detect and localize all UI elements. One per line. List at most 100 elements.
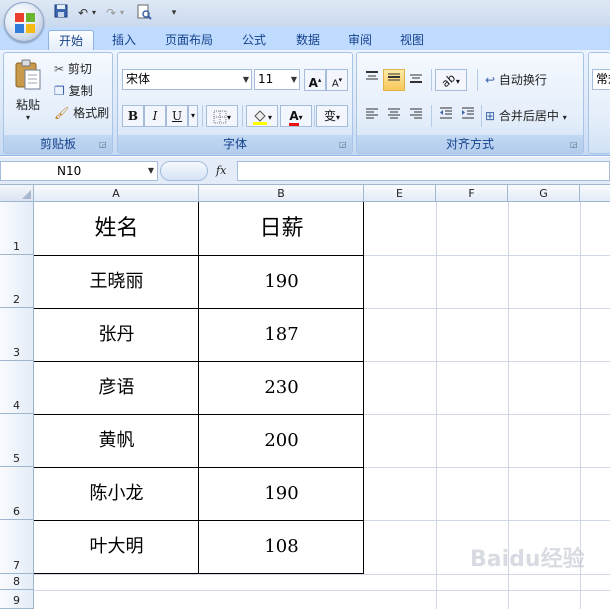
underline-dropdown-icon[interactable]: ▾: [188, 105, 198, 127]
clipboard-group-label: 剪贴板: [4, 135, 112, 153]
paste-icon: [15, 59, 41, 90]
column-header-a[interactable]: A: [34, 185, 199, 202]
cell-b7[interactable]: 108: [199, 520, 364, 574]
bold-button[interactable]: B: [122, 105, 144, 127]
number-format-select[interactable]: 常规: [592, 69, 610, 90]
cell-a3[interactable]: 张丹: [34, 308, 199, 361]
tab-page-layout[interactable]: 页面布局: [156, 30, 222, 51]
cell-b5[interactable]: 200: [199, 414, 364, 467]
row-header-1[interactable]: 1: [0, 202, 34, 255]
copy-button[interactable]: ❐ 复制: [54, 81, 93, 101]
separator: [431, 69, 432, 91]
shrink-font-button[interactable]: A▾: [326, 69, 348, 91]
cell-b2[interactable]: 190: [199, 255, 364, 308]
customize-toolbar-icon[interactable]: ▾: [168, 4, 180, 22]
cell-b6[interactable]: 190: [199, 467, 364, 520]
formula-input[interactable]: [237, 161, 610, 181]
row-header-9[interactable]: 9: [0, 590, 34, 609]
formula-cancel-enter[interactable]: [160, 161, 208, 181]
italic-button[interactable]: I: [144, 105, 166, 127]
decrease-indent-button[interactable]: [435, 105, 457, 127]
undo-dropdown-icon[interactable]: ▾: [90, 4, 98, 22]
alignment-launcher-icon[interactable]: ◲: [570, 140, 580, 150]
wrap-text-icon: ↩: [485, 73, 496, 87]
format-painter-button[interactable]: 🖌 格式刷: [54, 103, 109, 123]
orientation-button[interactable]: ab▾: [435, 69, 467, 91]
paste-dropdown-icon[interactable]: ▾: [8, 113, 48, 123]
watermark-text: Baidu经验: [470, 547, 585, 572]
cell-a2[interactable]: 王晓丽: [34, 255, 199, 308]
font-color-button[interactable]: A▾: [280, 105, 312, 127]
phonetic-button[interactable]: 变▾: [316, 105, 348, 127]
ribbon-tabs: 开始 插入 页面布局 公式 数据 审阅 视图: [0, 27, 610, 51]
cell-a1[interactable]: 姓名: [34, 202, 199, 255]
cell-a7[interactable]: 叶大明: [34, 520, 199, 574]
align-middle-icon: [388, 73, 400, 81]
cut-button[interactable]: ✂ 剪切: [54, 59, 92, 79]
borders-button[interactable]: ▾: [206, 105, 238, 127]
tab-view[interactable]: 视图: [390, 30, 434, 51]
copy-label: 复制: [68, 84, 93, 98]
cell-b1[interactable]: 日薪: [199, 202, 364, 255]
separator: [314, 105, 315, 127]
align-right-button[interactable]: [405, 105, 427, 127]
name-box[interactable]: N10 ▼: [0, 161, 158, 181]
font-name-select[interactable]: 宋体 ▼: [122, 69, 252, 90]
column-header-next[interactable]: [580, 185, 610, 202]
merge-center-button[interactable]: ⊞ 合并后居中 ▾: [485, 106, 567, 128]
separator: [431, 105, 432, 127]
column-header-e[interactable]: E: [364, 185, 436, 202]
align-left-button[interactable]: [361, 105, 383, 127]
underline-button[interactable]: U: [166, 105, 188, 127]
font-group-label: 字体: [118, 135, 352, 153]
grow-font-button[interactable]: A▴: [304, 69, 326, 91]
tab-home[interactable]: 开始: [48, 30, 94, 51]
row-header-7[interactable]: 7: [0, 520, 34, 574]
clipboard-group: 粘贴 ▾ ✂ 剪切 ❐ 复制 🖌 格式刷 剪贴板 ◲: [3, 52, 113, 154]
tab-data[interactable]: 数据: [286, 30, 330, 51]
cut-label: 剪切: [67, 62, 92, 76]
column-header-f[interactable]: F: [436, 185, 508, 202]
row-header-5[interactable]: 5: [0, 414, 34, 467]
borders-icon: [213, 110, 227, 123]
bottom-align-button[interactable]: [405, 69, 427, 91]
align-top-icon: [366, 71, 378, 80]
insert-function-button[interactable]: fx: [216, 161, 226, 181]
cell-b4[interactable]: 230: [199, 361, 364, 414]
phonetic-icon: 变: [323, 109, 336, 123]
office-button[interactable]: [4, 2, 44, 42]
merge-center-label: 合并后居中: [498, 109, 559, 123]
middle-align-button[interactable]: [383, 69, 405, 91]
column-header-b[interactable]: B: [199, 185, 364, 202]
cell-a5[interactable]: 黄帆: [34, 414, 199, 467]
chevron-down-icon: ▼: [147, 166, 154, 175]
tab-formulas[interactable]: 公式: [232, 30, 276, 51]
print-preview-icon[interactable]: [134, 4, 154, 22]
row-header-3[interactable]: 3: [0, 308, 34, 361]
separator: [202, 105, 203, 127]
fill-color-button[interactable]: ▾: [246, 105, 278, 127]
cell-a6[interactable]: 陈小龙: [34, 467, 199, 520]
row-header-8[interactable]: 8: [0, 574, 34, 590]
cell-b3[interactable]: 187: [199, 308, 364, 361]
align-bottom-icon: [410, 74, 422, 83]
font-size-select[interactable]: 11 ▼: [254, 69, 300, 90]
redo-dropdown-icon[interactable]: ▾: [118, 4, 126, 22]
row-header-4[interactable]: 4: [0, 361, 34, 414]
tab-insert[interactable]: 插入: [102, 30, 146, 51]
row-header-6[interactable]: 6: [0, 467, 34, 520]
font-launcher-icon[interactable]: ◲: [339, 140, 349, 150]
top-align-button[interactable]: [361, 69, 383, 91]
column-header-g[interactable]: G: [508, 185, 580, 202]
wrap-text-label: 自动换行: [498, 73, 547, 87]
row-header-2[interactable]: 2: [0, 255, 34, 308]
tab-review[interactable]: 审阅: [338, 30, 382, 51]
wrap-text-button[interactable]: ↩ 自动换行: [485, 70, 547, 90]
align-center-button[interactable]: [383, 105, 405, 127]
increase-indent-button[interactable]: [457, 105, 479, 127]
clipboard-launcher-icon[interactable]: ◲: [99, 140, 109, 150]
save-icon[interactable]: [52, 4, 70, 22]
cell-a4[interactable]: 彦语: [34, 361, 199, 414]
select-all-button[interactable]: [0, 185, 34, 202]
paste-button[interactable]: 粘贴 ▾: [8, 57, 48, 129]
